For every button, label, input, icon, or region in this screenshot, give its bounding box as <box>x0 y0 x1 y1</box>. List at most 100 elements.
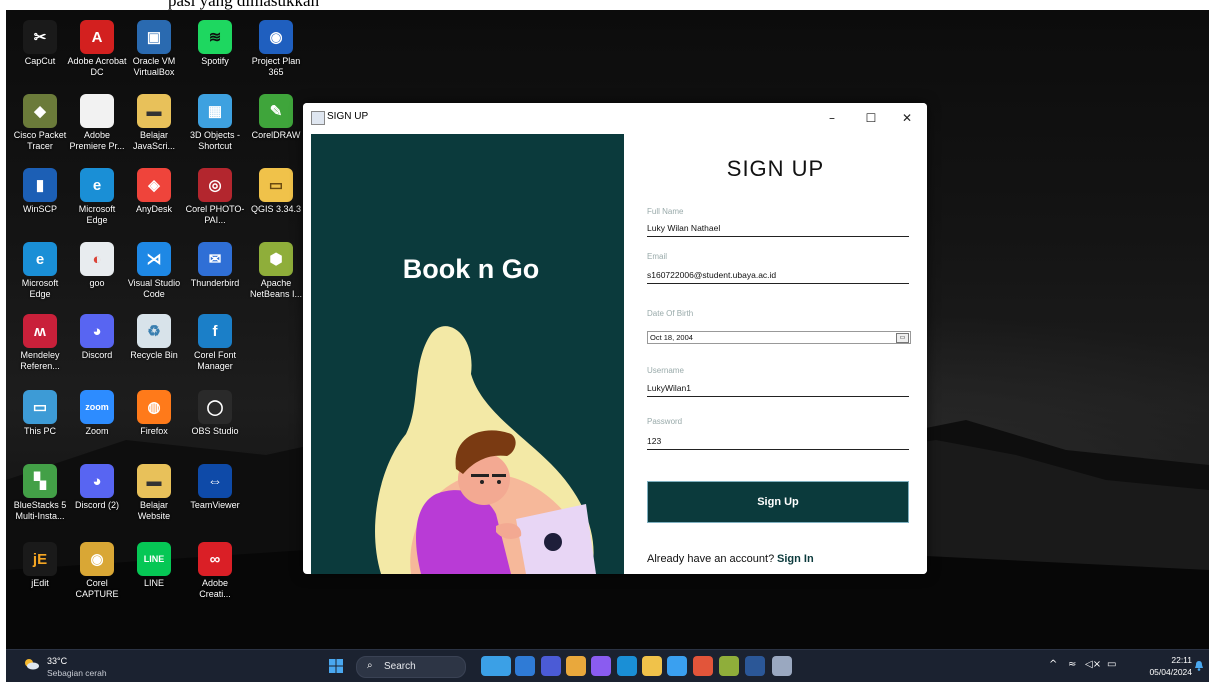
weather-description: Sebagian cerah <box>47 668 107 678</box>
desktop-icon[interactable]: ʍ Mendeley Referen... <box>10 314 70 386</box>
full-name-field[interactable]: Luky Wilan Nathael <box>647 223 909 237</box>
desktop-icon[interactable]: ▦ 3D Objects - Shortcut <box>185 94 245 166</box>
desktop-icon[interactable]: ◈ AnyDesk <box>124 168 184 240</box>
sign-up-button[interactable]: Sign Up <box>647 481 909 523</box>
desktop-icon[interactable]: ▬ Belajar Website <box>124 464 184 536</box>
app-icon: ✎ <box>259 94 293 128</box>
chrome-icon[interactable] <box>566 656 586 676</box>
app-icon: ◉ <box>259 20 293 54</box>
clock-time[interactable]: 22:11 <box>1147 655 1192 665</box>
window-title: SIGN UP <box>327 111 369 122</box>
desktop-icon-label: TeamViewer <box>190 500 240 510</box>
desktop-icon[interactable]: ⬢ Apache NetBeans I... <box>246 242 306 314</box>
desktop-icon[interactable]: jE jEdit <box>10 542 70 614</box>
visual-studio-icon[interactable] <box>591 656 611 676</box>
desktop-icon[interactable]: A Adobe Acrobat DC <box>67 20 127 92</box>
desktop-icon[interactable]: ◯ OBS Studio <box>185 390 245 462</box>
minimize-button[interactable]: – <box>817 108 847 128</box>
desktop-icon-label: Discord <box>81 350 113 360</box>
desktop-icon[interactable]: ▭ This PC <box>10 390 70 462</box>
desktop-icon[interactable]: ✉ Thunderbird <box>185 242 245 314</box>
desktop-icon[interactable]: ◉ Project Plan 365 <box>246 20 306 92</box>
desktop-icon[interactable]: ≋ Spotify <box>185 20 245 92</box>
app-icon: e <box>23 242 57 276</box>
app-icon: ▦ <box>198 94 232 128</box>
desktop-icon-label: Microsoft Edge <box>78 204 116 225</box>
close-button[interactable]: ✕ <box>892 108 922 128</box>
maximize-button[interactable]: ☐ <box>856 108 886 128</box>
file-manager-icon[interactable] <box>642 656 662 676</box>
desktop-icon[interactable]: LINE LINE <box>124 542 184 614</box>
desktop-icon[interactable]: ✂ CapCut <box>10 20 70 92</box>
desktop-icon-label: Spotify <box>201 56 229 66</box>
desktop-icon[interactable]: ♻ Recycle Bin <box>124 314 184 386</box>
app-icon: ▬ <box>137 94 171 128</box>
desktop-icon[interactable]: ⋊ Visual Studio Code <box>124 242 184 314</box>
desktop-icon-label: CapCut <box>24 56 56 66</box>
desktop-icon[interactable]: ◆ Cisco Packet Tracer <box>10 94 70 166</box>
desktop-icon[interactable]: f Corel Font Manager <box>185 314 245 386</box>
username-field[interactable]: LukyWilan1 <box>647 383 909 397</box>
java-window-icon[interactable] <box>772 656 792 676</box>
dob-label: Date Of Birth <box>647 309 694 318</box>
notification-bell-icon[interactable] <box>1195 661 1203 671</box>
explorer-icon[interactable] <box>515 656 535 676</box>
desktop-icon[interactable]: ▬ Belajar JavaScri... <box>124 94 184 166</box>
sign-in-link[interactable]: Sign In <box>777 553 814 565</box>
desktop-icon[interactable]: ◉ Corel CAPTURE <box>67 542 127 614</box>
desktop-icon[interactable]: ◍ Firefox <box>124 390 184 462</box>
windows-start-icon[interactable] <box>329 659 343 673</box>
app-icon: ▚ <box>23 464 57 498</box>
desktop-icon-label: Adobe Creati... <box>199 578 231 599</box>
top-caption-strip: pasi yang dimasukkan <box>0 0 1209 10</box>
desktop-icon-label: Belajar JavaScri... <box>132 130 175 151</box>
username-label: Username <box>647 366 684 375</box>
desktop-icon-label: Corel PHOTO-PAI... <box>185 204 245 225</box>
volume-icon[interactable]: ◁× <box>1085 659 1101 670</box>
app-icon: jE <box>23 542 57 576</box>
desktop-icon-label: jEdit <box>31 578 49 588</box>
presentation-icon[interactable] <box>693 656 713 676</box>
form-panel: SIGN UP Full Name Luky Wilan Nathael Ema… <box>624 134 927 574</box>
app-icon: ◕ <box>80 464 114 498</box>
desktop-icon[interactable]: ▭ QGIS 3.34.3 <box>246 168 306 240</box>
top-caption: pasi yang dimasukkan <box>168 0 320 10</box>
clock-date[interactable]: 05/04/2024 <box>1127 667 1192 677</box>
edge-icon[interactable] <box>617 656 637 676</box>
desktop-icon[interactable]: e Microsoft Edge <box>10 242 70 314</box>
dob-picker[interactable]: Oct 18, 2004 ▭ <box>647 331 911 344</box>
desktop-icon-label: Discord (2) <box>74 500 119 510</box>
app-icon: ▭ <box>23 390 57 424</box>
desktop-icon[interactable]: ▚ BlueStacks 5 Multi-Insta... <box>10 464 70 536</box>
password-field[interactable]: 123 <box>647 436 909 450</box>
window-titlebar[interactable]: SIGN UP – ☐ ✕ <box>303 103 927 133</box>
teams-icon[interactable] <box>541 656 561 676</box>
desktop-icon-label: Recycle Bin <box>130 350 178 360</box>
desktop-icon[interactable]: e Microsoft Edge <box>67 168 127 240</box>
desktop-icon[interactable]: ⇔ TeamViewer <box>185 464 245 536</box>
desktop-icon[interactable]: ◕ Discord <box>67 314 127 386</box>
desktop-icon[interactable]: ◕ Discord (2) <box>67 464 127 536</box>
desktop-icon[interactable]: ∞ Adobe Creati... <box>185 542 245 614</box>
netbeans-icon[interactable] <box>719 656 739 676</box>
chrome-canary-icon[interactable] <box>667 656 687 676</box>
desktop-icon[interactable]: zoom Zoom <box>67 390 127 462</box>
taskbar-search[interactable]: ⌕ Search <box>356 656 466 678</box>
desktop-icon[interactable]: ✎ CorelDRAW <box>246 94 306 166</box>
chevron-up-icon[interactable]: ^ <box>1049 659 1057 670</box>
wifi-icon[interactable]: ≈ <box>1068 659 1076 670</box>
email-field[interactable]: s160722006@student.ubaya.ac.id <box>647 270 909 284</box>
desktop-icon-label: LINE <box>143 578 164 588</box>
brand-panel: Book n Go <box>311 134 624 574</box>
desktop-icon[interactable]: ◎ Corel PHOTO-PAI... <box>185 168 245 240</box>
desktop-icon-label: Visual Studio Code <box>127 278 181 299</box>
calendar-icon[interactable]: ▭ <box>896 333 909 343</box>
landscape-app-icon[interactable] <box>481 656 511 676</box>
word-icon[interactable] <box>745 656 765 676</box>
desktop-icon[interactable]: Adobe Premiere Pr... <box>67 94 127 166</box>
desktop-icon[interactable]: ▣ Oracle VM VirtualBox <box>124 20 184 92</box>
desktop-icon[interactable]: ◐ goo <box>67 242 127 314</box>
desktop-icon[interactable]: ▮ WinSCP <box>10 168 70 240</box>
battery-icon[interactable]: ▭ <box>1107 659 1116 670</box>
search-icon: ⌕ <box>367 660 373 671</box>
